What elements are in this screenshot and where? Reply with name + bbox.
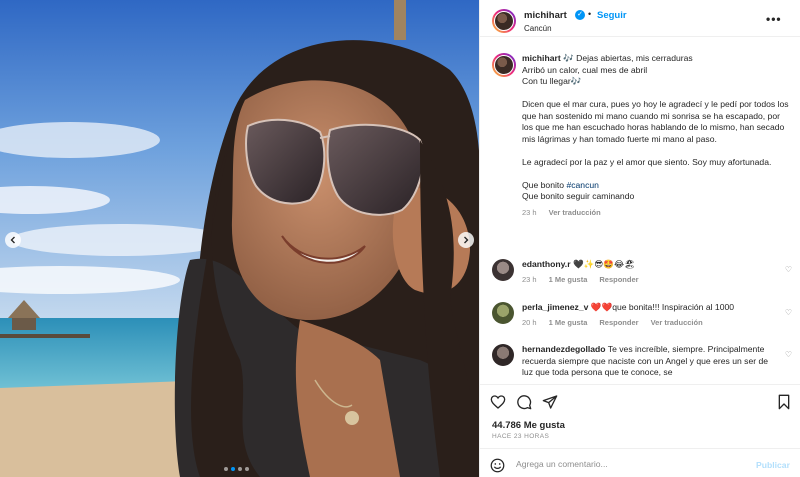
separator-dot: •	[588, 9, 592, 19]
emoji-icon[interactable]	[490, 458, 505, 473]
comment-body: ❤️❤️que bonita!!! Inspiración al 1000	[590, 302, 735, 312]
avatar[interactable]	[492, 259, 514, 281]
header-username[interactable]: michihart	[524, 10, 567, 21]
comment-text: edanthony.r 🖤✨😎🤩😂🏖	[522, 259, 772, 271]
comment-body: 🖤✨😎🤩😂🏖	[572, 259, 635, 269]
comment-username[interactable]: hernandezdegollado	[522, 344, 606, 354]
chevron-right-icon	[464, 236, 469, 244]
heart-icon[interactable]	[490, 394, 506, 410]
comment-likes[interactable]: 1 Me gusta	[549, 275, 588, 284]
carousel-dot	[224, 467, 228, 471]
heart-icon[interactable]: ♡	[785, 265, 792, 274]
follow-button[interactable]: Seguir	[597, 10, 627, 21]
comment-icon[interactable]	[516, 394, 532, 410]
comment-username[interactable]: perla_jimenez_v	[522, 302, 588, 312]
hashtag-link[interactable]: #cancun	[566, 180, 599, 190]
comment-username[interactable]: edanthony.r	[522, 259, 571, 269]
post-side-panel: michihart ✓ • Seguir Cancún ••• michihar…	[479, 0, 800, 477]
comment-text: perla_jimenez_v ❤️❤️que bonita!!! Inspir…	[522, 302, 772, 314]
instagram-post-modal: michihart ✓ • Seguir Cancún ••• michihar…	[0, 0, 800, 477]
caption-line: Que bonito	[522, 179, 567, 190]
more-options-icon[interactable]: •••	[766, 12, 782, 26]
post-actions: 44.786 Me gusta HACE 23 HORAS	[480, 384, 800, 440]
likes-count[interactable]: 44.786 Me gusta	[492, 420, 565, 431]
bookmark-icon[interactable]	[776, 394, 792, 410]
caption-line: Con tu llegar🎶	[522, 76, 582, 86]
share-icon[interactable]	[542, 394, 558, 410]
post-caption: michihart 🎶 Dejas abiertas, mis cerradur…	[492, 53, 792, 217]
avatar[interactable]	[492, 53, 516, 77]
caption-time[interactable]: 23 h	[522, 208, 537, 217]
heart-icon[interactable]: ♡	[785, 350, 792, 359]
post-header: michihart ✓ • Seguir Cancún •••	[480, 0, 800, 37]
verified-badge-icon: ✓	[575, 10, 585, 20]
caption-line: Que bonito seguir caminando	[522, 191, 635, 201]
comment-item: hernandezdegollado Te ves increíble, sie…	[492, 344, 792, 379]
post-timestamp: HACE 23 HORAS	[492, 433, 550, 440]
comments-scroll-area[interactable]: michihart 🎶 Dejas abiertas, mis cerradur…	[480, 41, 800, 384]
caption-username[interactable]: michihart	[522, 53, 561, 63]
comment-input[interactable]	[516, 455, 746, 473]
carousel-dot	[245, 467, 249, 471]
publish-button[interactable]: Publicar	[756, 460, 790, 470]
caption-paragraph: Le agradecí por la paz y el amor que sie…	[522, 156, 772, 167]
carousel-indicator	[224, 467, 249, 471]
post-photo[interactable]	[0, 0, 479, 477]
comment-meta: 20 h 1 Me gusta Responder Ver traducción	[522, 318, 792, 327]
comment-meta: 23 h 1 Me gusta Responder	[522, 275, 792, 284]
caption-paragraph: Dicen que el mar cura, pues yo hoy le ag…	[522, 99, 789, 144]
comment-time[interactable]: 23 h	[522, 275, 537, 284]
chevron-left-icon	[10, 236, 15, 244]
carousel-prev-button[interactable]	[5, 232, 21, 248]
reply-button[interactable]: Responder	[599, 275, 638, 284]
comment-text: hernandezdegollado Te ves increíble, sie…	[522, 344, 772, 379]
caption-line: 🎶 Dejas abiertas, mis cerraduras	[563, 53, 693, 63]
carousel-dot	[238, 467, 242, 471]
avatar[interactable]	[492, 344, 514, 366]
heart-icon[interactable]: ♡	[785, 308, 792, 317]
beach-selfie-image	[0, 0, 479, 477]
comment-time[interactable]: 20 h	[522, 318, 537, 327]
avatar[interactable]	[492, 302, 514, 324]
translate-button[interactable]: Ver traducción	[651, 318, 703, 327]
caption-meta: 23 h Ver traducción	[522, 208, 792, 217]
reply-button[interactable]: Responder	[599, 318, 638, 327]
caption-line: Arribó un calor, cual mes de abril	[522, 64, 648, 75]
comment-item: edanthony.r 🖤✨😎🤩😂🏖 23 h 1 Me gusta Respo…	[492, 259, 792, 284]
comment-likes[interactable]: 1 Me gusta	[549, 318, 588, 327]
carousel-next-button[interactable]	[458, 232, 474, 248]
translate-button[interactable]: Ver traducción	[549, 208, 601, 217]
add-comment-bar: Publicar	[480, 448, 800, 477]
avatar[interactable]	[492, 9, 516, 33]
comment-item: perla_jimenez_v ❤️❤️que bonita!!! Inspir…	[492, 302, 792, 327]
carousel-dot-active	[231, 467, 235, 471]
location-link[interactable]: Cancún	[524, 24, 552, 33]
caption-text: michihart 🎶 Dejas abiertas, mis cerradur…	[522, 53, 792, 203]
